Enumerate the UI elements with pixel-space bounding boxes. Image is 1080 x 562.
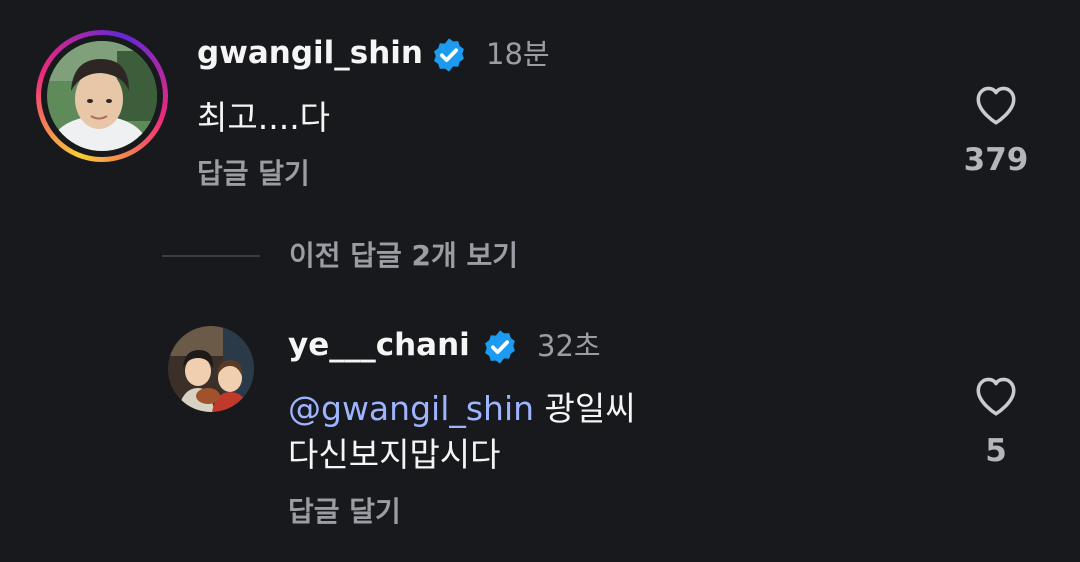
comment-timestamp: 18분 — [486, 37, 550, 71]
avatar[interactable] — [47, 41, 157, 151]
avatar-photo — [47, 41, 157, 151]
reply-button[interactable]: 답글 달기 — [288, 498, 401, 526]
comment-text-line1: @gwangil_shin 광일씨 — [288, 386, 636, 432]
replies-divider — [162, 255, 260, 257]
like-count: 5 — [985, 433, 1007, 469]
comment-text-line2: 다신보지맙시다 — [288, 435, 501, 474]
mention-link[interactable]: @gwangil_shin — [288, 389, 534, 428]
avatar[interactable] — [168, 326, 254, 412]
comment-username[interactable]: gwangil_shin — [197, 38, 423, 69]
verified-badge-icon — [485, 330, 515, 364]
comment-text-rest: 광일씨 — [534, 389, 636, 428]
comment-username[interactable]: ye___chani — [288, 330, 470, 361]
comment-text: 최고....다 — [197, 98, 331, 137]
verified-badge-icon — [434, 38, 464, 72]
reply-button[interactable]: 답글 달기 — [197, 160, 310, 188]
heart-icon[interactable] — [971, 80, 1021, 126]
view-previous-replies-button[interactable]: 이전 답글 2개 보기 — [289, 242, 518, 270]
comment-timestamp: 32초 — [537, 329, 601, 363]
avatar-photo — [168, 326, 254, 412]
heart-icon[interactable] — [971, 371, 1021, 417]
like-count: 379 — [963, 142, 1029, 178]
